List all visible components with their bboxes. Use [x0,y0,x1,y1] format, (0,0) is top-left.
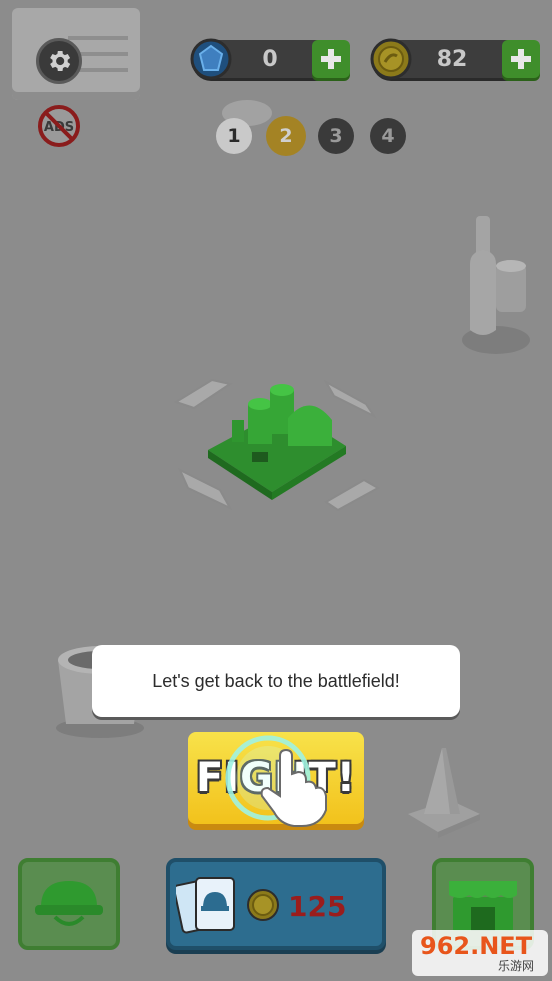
add-coins-button[interactable] [502,40,540,78]
gem-icon [190,38,232,80]
tank-bottom-left [177,467,233,511]
coins-value: 82 [436,47,468,72]
add-gems-button[interactable] [312,40,350,78]
card-pack-icon [176,877,235,934]
card-pack-price: 125 [288,890,347,923]
watermark-logo: 962.NET 乐游网 [412,930,548,976]
no-ads-icon: ADS [38,105,80,147]
level-4-label: 4 [381,125,395,147]
military-base [173,378,381,512]
bottle-decoration [462,216,530,354]
no-ads-button[interactable]: ADS [37,104,81,148]
cone-decoration [408,748,480,838]
tank-bottom-right [324,478,381,512]
shop-icon [449,881,517,931]
coin-icon [247,889,279,921]
watermark-top: 962.NET [420,932,533,960]
level-3-label: 3 [329,125,343,147]
tooltip-message: Let's get back to the battlefield! [92,645,460,717]
soldier-button[interactable] [18,858,120,950]
level-2-label: 2 [279,125,293,147]
coin-icon [370,38,412,80]
level-1-dot: 1 [216,118,252,154]
plus-icon [321,49,341,69]
level-1-label: 1 [227,125,241,147]
level-3-dot: 3 [318,118,354,154]
tooltip-text: Let's get back to the battlefield! [152,670,400,691]
card-pack-button[interactable]: 125 [166,858,386,950]
gear-icon [50,50,71,72]
panel-rail [68,36,128,40]
tank-top-left [173,378,233,410]
gems-value: 0 [262,47,278,72]
tutorial-hand-pointer [225,735,327,827]
settings-button[interactable] [36,38,82,84]
level-2-dot: 2 [266,116,306,156]
watermark-bottom: 乐游网 [498,959,535,973]
helmet-icon [35,881,103,926]
plus-icon [511,49,531,69]
level-4-dot: 4 [370,118,406,154]
tank-top-right [323,379,377,419]
